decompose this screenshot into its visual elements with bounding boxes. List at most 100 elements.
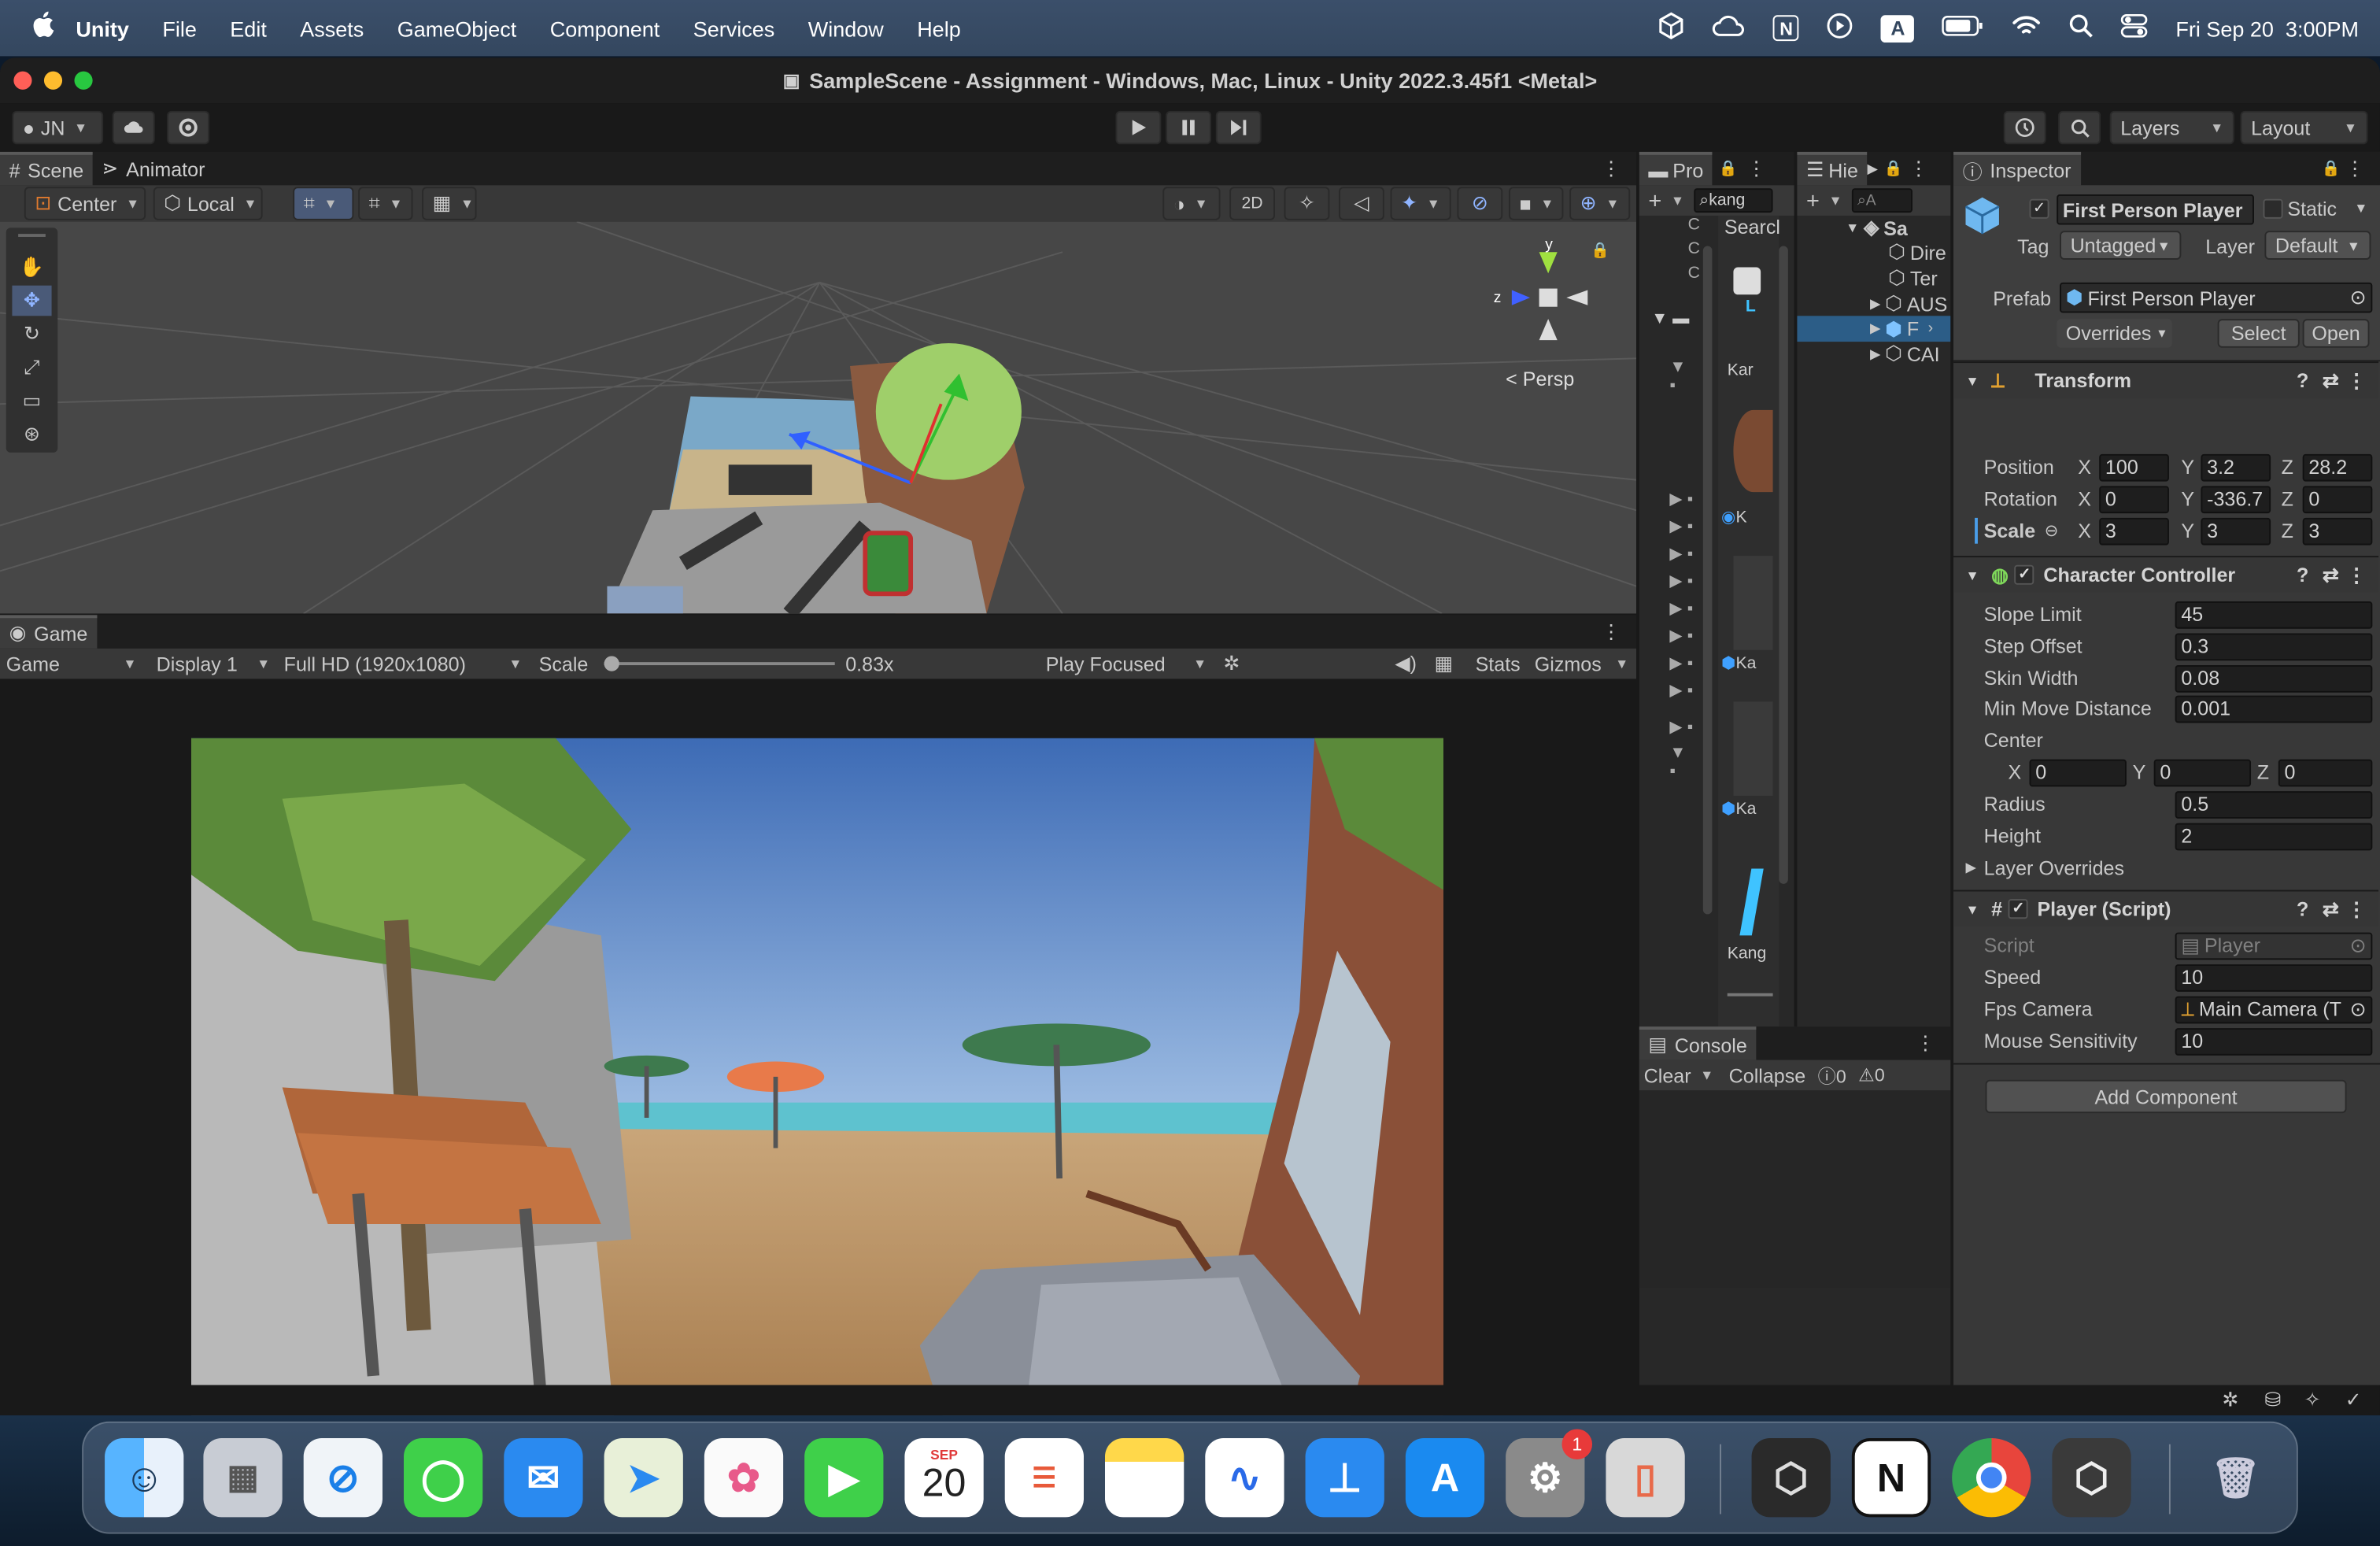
- create-plus-icon[interactable]: +: [1806, 187, 1820, 213]
- tab-animator[interactable]: ⋗ Animator: [93, 152, 214, 185]
- tab-scene[interactable]: # Scene: [0, 151, 93, 186]
- safari-icon[interactable]: ⊘: [303, 1438, 382, 1518]
- folder-icon[interactable]: ▶ ▪: [1669, 516, 1693, 536]
- minimize-window-button[interactable]: [43, 71, 63, 90]
- notion-status-icon[interactable]: N: [1773, 15, 1800, 42]
- reminders-icon[interactable]: ☰: [1004, 1438, 1084, 1518]
- skin-width-input[interactable]: 0.08: [2175, 664, 2373, 692]
- static-checkbox[interactable]: [2263, 198, 2283, 219]
- increment-snap-dropdown[interactable]: ⌗ ▼: [358, 187, 413, 220]
- kebab-menu-icon[interactable]: ⋮: [1746, 157, 1766, 181]
- rotation-z-input[interactable]: 0: [2302, 485, 2373, 513]
- camera-settings-dropdown[interactable]: ■ ▼: [1508, 187, 1564, 220]
- debug-mode-icon[interactable]: ✧: [2304, 1388, 2321, 1412]
- object-name-input[interactable]: First Person Player: [2057, 194, 2254, 225]
- menu-window[interactable]: Window: [808, 16, 884, 40]
- gizmo-lock-icon[interactable]: 🔒: [1591, 243, 1609, 260]
- play-button[interactable]: [1115, 110, 1162, 145]
- create-plus-icon[interactable]: +: [1648, 187, 1661, 213]
- kebab-menu-icon[interactable]: ⋮: [2345, 157, 2365, 181]
- unity-editor-icon[interactable]: ⬡: [2052, 1438, 2131, 1518]
- menu-edit[interactable]: Edit: [230, 16, 267, 40]
- hierarchy-item[interactable]: ⬡ Dire: [1888, 240, 1946, 264]
- keynote-icon[interactable]: ⊥: [1305, 1438, 1384, 1518]
- prefab-open-button[interactable]: Open: [2302, 319, 2370, 348]
- height-input[interactable]: 2: [2175, 822, 2373, 850]
- bug-icon[interactable]: ✲: [1223, 652, 1240, 676]
- menu-services[interactable]: Services: [693, 16, 775, 40]
- keyboard-shortcuts-icon[interactable]: ▦: [1434, 652, 1453, 676]
- space-local-dropdown[interactable]: ⬡ Local ▼: [153, 187, 263, 220]
- add-component-button[interactable]: Add Component: [1985, 1079, 2347, 1114]
- play-mode-dropdown[interactable]: Play Focused ▼: [1046, 653, 1207, 675]
- lock-icon[interactable]: 🔒: [1719, 161, 1738, 177]
- kebab-menu-icon[interactable]: ⋮: [1602, 157, 1621, 181]
- undo-history-button[interactable]: [2003, 110, 2046, 145]
- cloud-sync-icon[interactable]: [1713, 13, 1746, 43]
- apple-icon[interactable]: [31, 11, 55, 46]
- layer-dropdown[interactable]: Default ▼: [2264, 231, 2371, 260]
- layout-dropdown[interactable]: Layout ▼: [2240, 110, 2368, 145]
- tab-hierarchy[interactable]: ☰ Hie: [1797, 151, 1868, 186]
- preset-icon[interactable]: ⇄: [2323, 897, 2339, 921]
- tree-item[interactable]: C: [1688, 264, 1700, 283]
- unity-status-icon[interactable]: [1658, 12, 1686, 44]
- position-z-input[interactable]: 28.2: [2302, 453, 2373, 481]
- tag-dropdown[interactable]: Untagged ▼: [2060, 231, 2182, 260]
- game-viewport[interactable]: [190, 738, 1444, 1416]
- asset-thumbnail[interactable]: [1733, 701, 1773, 796]
- scale-slider-handle[interactable]: [604, 656, 619, 671]
- gizmos-toggle-dropdown[interactable]: Gizmos ▼: [1535, 653, 1629, 675]
- scene-root-row[interactable]: ▼ ◈ Sa: [1846, 216, 1908, 240]
- scrollbar[interactable]: [1779, 246, 1788, 884]
- slope-limit-input[interactable]: 45: [2175, 601, 2373, 628]
- maximize-window-button[interactable]: [74, 71, 93, 90]
- search-button[interactable]: [2058, 110, 2101, 145]
- layer-overrides-foldout[interactable]: ▶ Layer Overrides: [1953, 852, 2378, 884]
- asset-thumbnail[interactable]: [1739, 868, 1764, 936]
- lock-icon[interactable]: 🔒: [2322, 161, 2341, 177]
- center-z-input[interactable]: 0: [2278, 758, 2373, 786]
- menubar-clock[interactable]: Fri Sep 20 3:00PM: [2175, 16, 2359, 40]
- kebab-menu-icon[interactable]: ⋮: [1916, 1031, 1935, 1056]
- active-checkbox[interactable]: ✓: [2029, 198, 2049, 219]
- close-window-button[interactable]: [13, 71, 32, 90]
- mute-audio-icon[interactable]: ◀): [1395, 652, 1417, 676]
- chevron-down-icon[interactable]: ▼: [1671, 193, 1684, 208]
- trash-icon[interactable]: 🗑: [2197, 1438, 2275, 1517]
- freeform-icon[interactable]: ∿: [1205, 1438, 1284, 1518]
- unity-hub-icon[interactable]: ⬡: [1751, 1438, 1831, 1518]
- app-store-icon[interactable]: A: [1405, 1438, 1485, 1518]
- stats-button[interactable]: Stats: [1476, 653, 1521, 675]
- asset-label[interactable]: ⬢ Ka: [1721, 799, 1757, 819]
- preset-icon[interactable]: ⇄: [2323, 563, 2339, 587]
- chevron-down-icon[interactable]: ▼: [1828, 193, 1842, 208]
- kebab-menu-icon[interactable]: ⋮: [1909, 157, 1928, 181]
- player-script-header[interactable]: ▼ # ✓ Player (Script) ? ⇄ ⋮: [1953, 890, 2379, 926]
- audio-toggle[interactable]: ◁: [1338, 187, 1384, 220]
- folder-icon[interactable]: ▶ ▪: [1669, 626, 1693, 645]
- folder-icon[interactable]: ▶ ▪: [1669, 489, 1693, 509]
- asset-label[interactable]: Kar: [1728, 361, 1754, 379]
- mail-icon[interactable]: ✉: [504, 1438, 583, 1518]
- help-icon[interactable]: ?: [2297, 897, 2308, 920]
- toggle-2d-button[interactable]: 2D: [1229, 187, 1275, 220]
- perspective-label[interactable]: < Persp: [1506, 368, 1574, 390]
- scale-slider-track[interactable]: [604, 656, 835, 671]
- preset-icon[interactable]: ⇄: [2323, 368, 2339, 393]
- tab-console[interactable]: ▤ Console: [1639, 1026, 1757, 1060]
- keyboard-input-icon[interactable]: A: [1881, 14, 1915, 43]
- scale-x-input[interactable]: 3: [2099, 516, 2169, 545]
- layers-dropdown[interactable]: Layers ▼: [2109, 110, 2234, 145]
- speed-input[interactable]: 10: [2175, 963, 2373, 991]
- project-search-input[interactable]: ⌕ kang: [1693, 188, 1772, 213]
- grid-snap-dropdown[interactable]: ⌗ ▼: [293, 187, 354, 220]
- menu-assets[interactable]: Assets: [300, 16, 364, 40]
- thumbnail-size-slider[interactable]: [1727, 993, 1773, 997]
- link-icon[interactable]: ⊖: [2045, 521, 2059, 541]
- menu-app-unity[interactable]: Unity: [76, 16, 128, 40]
- hierarchy-item[interactable]: ▶ ⬡ AUS: [1870, 291, 1947, 316]
- effects-dropdown[interactable]: ✦ ▼: [1390, 187, 1451, 220]
- folder-icon[interactable]: ▼ ▪: [1669, 744, 1694, 780]
- prefab-asset-field[interactable]: ⬢ First Person Player ⊙: [2060, 282, 2373, 313]
